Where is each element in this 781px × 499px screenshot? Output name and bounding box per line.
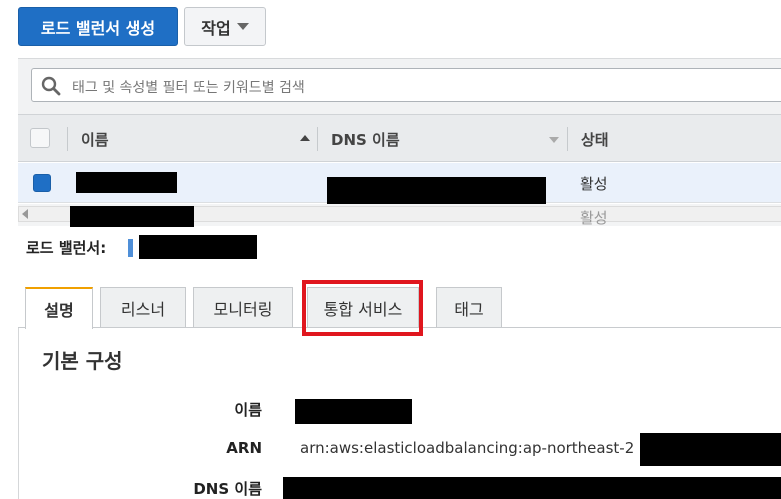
column-header-name[interactable]: 이름 <box>81 129 109 150</box>
create-load-balancer-button[interactable]: 로드 밸런서 생성 <box>18 7 178 46</box>
section-title: 기본 구성 <box>42 349 123 373</box>
search-placeholder: 태그 및 속성별 필터 또는 키워드별 검색 <box>72 80 305 96</box>
scroll-left-icon[interactable] <box>22 209 28 219</box>
sort-icon[interactable] <box>549 137 559 143</box>
search-icon <box>41 76 61 96</box>
tab-tags[interactable]: 태그 <box>436 287 502 327</box>
chevron-down-icon <box>236 23 249 30</box>
selection-marker <box>128 239 133 257</box>
redacted-name <box>70 206 194 227</box>
panel-border <box>18 328 19 499</box>
table-header: 이름 DNS 이름 상태 <box>18 114 781 162</box>
load-balancer-label: 로드 밸런서: <box>26 239 107 257</box>
dns-field-label: DNS 이름 <box>193 480 262 498</box>
redacted-name <box>76 172 177 193</box>
redacted-name-value <box>295 399 412 424</box>
column-divider <box>67 127 68 151</box>
redacted-arn-suffix <box>640 433 781 466</box>
column-divider <box>317 127 318 151</box>
tab-monitoring[interactable]: 모니터링 <box>193 287 293 327</box>
actions-label: 작업 <box>201 18 231 38</box>
arn-value: arn:aws:elasticloadbalancing:ap-northeas… <box>300 439 635 457</box>
tab-description[interactable]: 설명 <box>25 287 93 329</box>
column-divider <box>567 127 568 151</box>
column-header-dns[interactable]: DNS 이름 <box>331 129 400 150</box>
name-field-label: 이름 <box>234 401 262 419</box>
sort-ascending-icon[interactable] <box>300 135 310 141</box>
column-header-status[interactable]: 상태 <box>581 129 609 150</box>
select-all-checkbox[interactable] <box>30 128 50 148</box>
search-input[interactable]: 태그 및 속성별 필터 또는 키워드별 검색 <box>31 68 781 102</box>
tab-listeners[interactable]: 리스너 <box>100 287 186 327</box>
arn-field-label: ARN <box>226 439 262 457</box>
status-value: 활성 <box>580 209 608 227</box>
highlight-box <box>302 280 423 336</box>
actions-dropdown-button[interactable]: 작업 <box>184 7 266 46</box>
redacted-dns-value <box>283 477 781 499</box>
status-value: 활성 <box>580 175 608 193</box>
redacted-lb-name <box>139 235 257 259</box>
row-checkbox[interactable] <box>33 174 51 192</box>
